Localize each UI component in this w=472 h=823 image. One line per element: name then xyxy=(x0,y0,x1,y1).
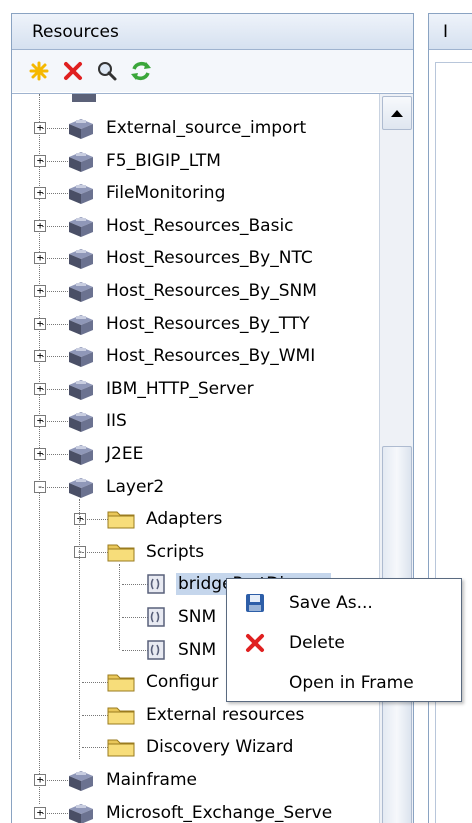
tree-item-label: External resources xyxy=(146,704,305,725)
panel-title: Resources xyxy=(12,14,413,50)
new-star-icon[interactable] xyxy=(26,58,52,84)
folder-icon xyxy=(106,704,136,726)
menu-item-delete[interactable]: Delete xyxy=(227,625,461,661)
tree-item-label: Host_Resources_Basic xyxy=(106,215,294,236)
tree-item[interactable]: F5_BIGIP_LTM xyxy=(66,145,223,177)
menu-item-label: Open in Frame xyxy=(289,673,414,693)
script-file-icon xyxy=(146,639,166,661)
folder-icon xyxy=(106,736,136,758)
tree-item[interactable]: Scripts xyxy=(106,536,206,568)
package-icon xyxy=(66,116,96,140)
resource-tree[interactable]: + External_source_import + F5_BIGIP_LTM + Fil… xyxy=(12,93,413,823)
toolbar xyxy=(12,50,413,92)
script-file-icon xyxy=(146,573,166,595)
tree-item-label: FileMonitoring xyxy=(106,183,226,204)
vertical-scrollbar[interactable] xyxy=(379,94,413,823)
tree-item-label: Scripts xyxy=(146,541,205,562)
delete-x-icon xyxy=(243,631,267,655)
delete-x-icon[interactable] xyxy=(60,58,86,84)
context-menu: Save As... Delete Open in Frame xyxy=(226,578,462,702)
menu-item-save-as[interactable]: Save As... xyxy=(227,585,461,621)
tree-item[interactable]: Host_Resources_Basic xyxy=(66,210,296,242)
menu-item-label: Delete xyxy=(289,633,345,653)
folder-icon xyxy=(106,671,136,693)
package-icon xyxy=(66,377,96,401)
tree-item[interactable]: IIS xyxy=(66,405,129,437)
tree-item[interactable]: J2EE xyxy=(66,438,145,470)
tree-item-label: SNM xyxy=(178,607,217,627)
scroll-up-button[interactable] xyxy=(382,96,412,130)
package-icon xyxy=(66,442,96,466)
tree-item-label: F5_BIGIP_LTM xyxy=(106,150,221,171)
tree-item-label: IIS xyxy=(106,411,127,432)
tree-item-label: J2EE xyxy=(106,444,144,464)
package-icon xyxy=(66,149,96,173)
tree-item[interactable]: Configur xyxy=(106,666,220,698)
package-icon xyxy=(66,214,96,238)
tree-item-label: External_source_import xyxy=(106,118,307,138)
package-icon xyxy=(66,344,96,368)
tree-item[interactable]: Layer2 xyxy=(66,471,166,503)
tree-item[interactable]: IBM_HTTP_Server xyxy=(66,373,256,405)
package-icon xyxy=(66,181,96,205)
tree-item[interactable]: SNM xyxy=(146,634,218,666)
tree-item-label: Host_Resources_By_TTY xyxy=(106,313,310,334)
package-icon xyxy=(66,312,96,336)
tree-item[interactable]: Host_Resources_By_NTC xyxy=(66,242,315,274)
search-icon[interactable] xyxy=(94,58,120,84)
tree-item-label: Mainframe xyxy=(106,770,197,790)
tree-item[interactable]: SNM xyxy=(146,601,218,633)
package-icon xyxy=(66,409,96,433)
tree-item-label: Host_Resources_By_NTC xyxy=(106,248,313,269)
tree-item[interactable]: Host_Resources_By_WMI xyxy=(66,340,317,372)
tree-item[interactable]: Host_Resources_By_TTY xyxy=(66,308,312,340)
menu-item-label: Save As... xyxy=(289,593,373,613)
tree-item-label: Host_Resources_By_WMI xyxy=(106,346,316,367)
tree-item-label: Host_Resources_By_SNM xyxy=(106,281,317,301)
package-icon xyxy=(66,768,96,792)
tree-item[interactable]: Discovery Wizard xyxy=(106,731,295,763)
folder-icon xyxy=(106,508,136,530)
menu-item-open-in-frame[interactable]: Open in Frame xyxy=(227,665,461,701)
tree-item[interactable]: Microsoft_Exchange_Serve xyxy=(66,797,334,823)
right-panel-content xyxy=(435,62,472,823)
folder-icon xyxy=(106,541,136,563)
save-disk-icon xyxy=(243,591,267,615)
tree-item-label: IBM_HTTP_Server xyxy=(106,378,254,399)
refresh-icon[interactable] xyxy=(128,58,154,84)
tree-item[interactable]: Host_Resources_By_SNM xyxy=(66,275,319,307)
tree-item[interactable]: External resources xyxy=(106,699,306,731)
tree-item-label: Layer2 xyxy=(106,476,165,497)
tree-item-label: Adapters xyxy=(146,509,223,530)
package-icon xyxy=(66,246,96,270)
tree-item-label: Microsoft_Exchange_Serve xyxy=(106,802,333,823)
tree-item[interactable]: External_source_import xyxy=(66,112,308,144)
tree-item[interactable]: Adapters xyxy=(106,503,224,535)
tree-item-label: SNM xyxy=(178,639,217,660)
right-panel-title: I xyxy=(429,14,472,50)
tree-item-label: Configur xyxy=(146,672,219,693)
package-icon xyxy=(66,801,96,823)
tree-item-label: Discovery Wizard xyxy=(146,737,294,758)
tree-item[interactable]: Mainframe xyxy=(66,764,199,796)
package-icon xyxy=(66,279,96,303)
script-file-icon xyxy=(146,606,166,628)
tree-item[interactable]: FileMonitoring xyxy=(66,177,227,209)
package-icon xyxy=(66,475,96,499)
